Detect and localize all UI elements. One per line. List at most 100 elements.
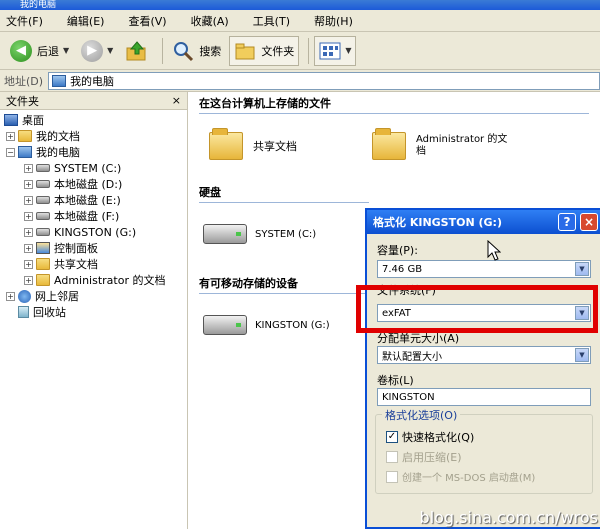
- chevron-down-icon[interactable]: ▼: [575, 348, 589, 362]
- folders-pane: 文件夹 × 桌面 + 我的文档 − 我的电脑 + SYSTEM (C:) + 本…: [0, 92, 188, 529]
- search-button[interactable]: 搜索: [168, 36, 225, 66]
- expand-icon[interactable]: +: [24, 163, 33, 173]
- views-dropdown-icon[interactable]: ▼: [345, 46, 351, 55]
- views-button[interactable]: ▼: [314, 35, 357, 66]
- search-label: 搜索: [199, 44, 222, 58]
- forward-button[interactable]: ▶ ▼: [77, 36, 117, 66]
- boot-disk-option: 创建一个 MS-DOS 启动盘(M): [386, 469, 535, 484]
- drive-icon: [36, 228, 50, 236]
- desktop-icon: [4, 114, 18, 126]
- filesystem-select[interactable]: exFAT ▼: [377, 304, 591, 322]
- capacity-value: 7.46 GB: [382, 263, 423, 275]
- tree-item-shared-docs[interactable]: + 共享文档: [24, 256, 98, 272]
- compress-checkbox: [386, 451, 398, 463]
- tree-item-my-computer[interactable]: − 我的电脑: [6, 144, 80, 160]
- volume-label-input[interactable]: KINGSTON: [377, 388, 591, 406]
- expand-icon[interactable]: +: [24, 195, 33, 205]
- tree-item-admin-docs[interactable]: + Administrator 的文档: [24, 272, 165, 288]
- close-icon[interactable]: ×: [172, 94, 181, 107]
- quick-format-checkbox[interactable]: ✓: [386, 431, 398, 443]
- expand-icon[interactable]: +: [6, 291, 15, 301]
- tree-item-label: 回收站: [33, 306, 66, 319]
- close-icon[interactable]: ×: [580, 213, 598, 231]
- window-title: 我的电脑: [20, 0, 57, 10]
- removable-drive-icon: [203, 315, 247, 335]
- drive-icon: [36, 164, 50, 172]
- volume-label: 卷标(L): [377, 374, 414, 387]
- tree-item-control-panel[interactable]: + 控制面板: [24, 240, 98, 256]
- help-icon[interactable]: ?: [558, 213, 576, 231]
- expand-icon[interactable]: +: [6, 131, 15, 141]
- collapse-icon[interactable]: −: [6, 147, 15, 157]
- folder-icon: [36, 258, 50, 270]
- network-icon: [18, 289, 31, 303]
- shared-docs-tile[interactable]: 共享文档: [209, 128, 297, 160]
- quick-format-option[interactable]: ✓ 快速格式化(Q): [386, 429, 474, 445]
- menu-file[interactable]: 文件(F): [6, 13, 43, 29]
- menu-help[interactable]: 帮助(H): [314, 13, 353, 29]
- tree-item-desktop[interactable]: 桌面: [4, 112, 44, 128]
- back-dropdown-icon[interactable]: ▼: [63, 46, 69, 55]
- folder-icon: [209, 128, 243, 160]
- menu-favorites[interactable]: 收藏(A): [191, 13, 229, 29]
- expand-icon[interactable]: +: [24, 243, 33, 253]
- kingston-drive-tile[interactable]: KINGSTON (G:): [203, 315, 330, 335]
- allocation-value: 默认配置大小: [382, 351, 442, 363]
- recycle-bin-icon: [18, 306, 29, 318]
- expand-icon[interactable]: +: [24, 259, 33, 269]
- forward-dropdown-icon[interactable]: ▼: [107, 46, 113, 55]
- section-title-hdd: 硬盘: [199, 184, 369, 203]
- address-value: 我的电脑: [70, 74, 115, 88]
- toolbar-separator: [308, 37, 310, 64]
- compress-label: 启用压缩(E): [402, 451, 462, 464]
- menu-tools[interactable]: 工具(T): [253, 13, 290, 29]
- folder-icon: [18, 130, 32, 142]
- tree-item-kingston-g[interactable]: + KINGSTON (G:): [24, 224, 136, 240]
- expand-icon[interactable]: +: [24, 227, 33, 237]
- address-label: 地址(D): [4, 74, 44, 88]
- tree-item-network[interactable]: + 网上邻居: [6, 288, 79, 304]
- tree-item-local-f[interactable]: + 本地磁盘 (F:): [24, 208, 119, 224]
- section-title-files: 在这台计算机上存储的文件: [199, 95, 589, 114]
- folder-icon: [36, 274, 50, 286]
- filesystem-value: exFAT: [382, 307, 411, 319]
- search-icon: [174, 41, 194, 61]
- capacity-select[interactable]: 7.46 GB ▼: [377, 260, 591, 278]
- dialog-title-bar[interactable]: 格式化 KINGSTON (G:) ? ×: [367, 210, 600, 234]
- tree-item-label: 桌面: [22, 114, 44, 127]
- menu-edit[interactable]: 编辑(E): [67, 13, 105, 29]
- expand-icon[interactable]: +: [24, 275, 33, 285]
- tree-item-my-documents[interactable]: + 我的文档: [6, 128, 80, 144]
- chevron-down-icon[interactable]: ▼: [575, 306, 589, 320]
- tree-item-local-d[interactable]: + 本地磁盘 (D:): [24, 176, 122, 192]
- format-options-group: 格式化选项(O) ✓ 快速格式化(Q) 启用压缩(E) 创建一个 MS-DOS …: [375, 407, 593, 494]
- admin-docs-tile[interactable]: Administrator 的文 档: [372, 128, 507, 160]
- capacity-label: 容量(P):: [377, 244, 418, 257]
- address-field[interactable]: 我的电脑: [48, 71, 600, 90]
- tree-item-recycle-bin[interactable]: 回收站: [18, 304, 66, 320]
- tree-item-label: Administrator 的文档: [54, 274, 166, 287]
- up-folder-button[interactable]: [121, 36, 153, 66]
- format-dialog: 格式化 KINGSTON (G:) ? × 容量(P): 7.46 GB ▼ 文…: [365, 208, 600, 529]
- quick-format-label: 快速格式化(Q): [402, 431, 475, 444]
- expand-icon[interactable]: +: [24, 211, 33, 221]
- tree-item-system-c[interactable]: + SYSTEM (C:): [24, 160, 121, 176]
- allocation-select[interactable]: 默认配置大小 ▼: [377, 346, 591, 364]
- drive-icon: [36, 180, 50, 188]
- menu-view[interactable]: 查看(V): [128, 13, 166, 29]
- folders-button[interactable]: 文件夹: [229, 35, 300, 66]
- hard-drive-icon: [203, 224, 247, 244]
- tree-item-local-e[interactable]: + 本地磁盘 (E:): [24, 192, 121, 208]
- chevron-down-icon[interactable]: ▼: [575, 262, 589, 276]
- toolbar-separator: [162, 37, 164, 64]
- folders-header: 文件夹 ×: [0, 92, 187, 110]
- tree-item-label: 控制面板: [54, 242, 98, 255]
- back-button[interactable]: ◀ 后退 ▼: [6, 36, 73, 66]
- expand-icon[interactable]: +: [24, 179, 33, 189]
- folders-header-label: 文件夹: [6, 94, 39, 108]
- mouse-cursor-icon: [487, 240, 501, 261]
- folders-icon: [235, 43, 255, 59]
- window-title-bar: 我的电脑: [0, 0, 600, 10]
- boot-disk-label: 创建一个 MS-DOS 启动盘(M): [402, 473, 536, 484]
- system-drive-tile[interactable]: SYSTEM (C:): [203, 224, 316, 244]
